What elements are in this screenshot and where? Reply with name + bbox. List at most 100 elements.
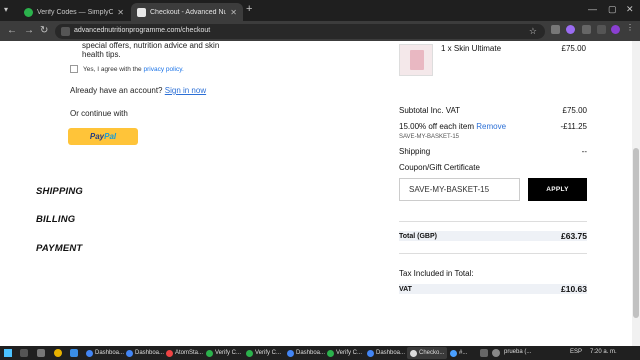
extensions-puzzle-icon[interactable]	[582, 25, 591, 34]
chrome-taskbar-icon[interactable]	[54, 349, 62, 357]
close-tab-icon[interactable]: ✕	[230, 8, 237, 17]
bookmark-star-icon[interactable]: ☆	[529, 26, 537, 37]
payment-section-heading[interactable]: PAYMENT	[36, 243, 82, 254]
discount-value: -£11.25	[560, 122, 587, 131]
privacy-consent-row: Yes, I agree with the privacy policy.	[70, 65, 184, 73]
extension-icon[interactable]	[551, 25, 560, 34]
apply-coupon-button[interactable]: APPLY	[528, 178, 587, 201]
close-window-icon[interactable]: ✕	[626, 4, 634, 15]
app-icon	[327, 349, 334, 357]
shipping-section-heading[interactable]: SHIPPING	[36, 186, 83, 197]
vat-label: VAT	[399, 285, 412, 293]
taskbar-app-label: Dashboa...	[135, 350, 165, 356]
taskbar-app[interactable]: Dashboa...	[126, 347, 164, 359]
tab-label: Checkout - Advanced Nutrition	[150, 8, 227, 16]
explorer-taskbar-icon[interactable]	[70, 349, 78, 357]
tax-included-label: Tax Included in Total:	[399, 269, 474, 278]
checkout-page: special offers, nutrition advice and ski…	[0, 41, 632, 346]
newsletter-tips-text: special offers, nutrition advice and ski…	[82, 41, 220, 59]
shipping-label: Shipping	[399, 147, 431, 156]
extension-profile-icon[interactable]	[566, 25, 575, 34]
tab-checkout[interactable]: Checkout - Advanced Nutrition ✕	[131, 3, 243, 21]
coupon-label: Coupon/Gift Certificate	[399, 163, 480, 172]
taskbar-app-label: Checko...	[419, 350, 445, 356]
maximize-icon[interactable]: ▢	[608, 4, 617, 15]
taskbar-app[interactable]: #...	[450, 347, 467, 359]
clock[interactable]: 7:20 a. m.	[590, 349, 617, 355]
total-label: Total (GBP)	[399, 232, 437, 240]
volume-icon[interactable]	[492, 349, 500, 357]
app-icon	[450, 349, 457, 357]
close-tab-icon[interactable]: ✕	[117, 8, 124, 17]
vat-value: £10.63	[561, 284, 587, 294]
profile-avatar-icon[interactable]	[611, 25, 620, 34]
subtotal-value: £75.00	[562, 106, 587, 115]
product-name: 1 x Skin Ultimate	[441, 44, 502, 53]
taskbar-app[interactable]: AtomSta...	[166, 347, 203, 359]
total-row: Total (GBP) £63.75	[399, 231, 587, 241]
chrome-menu-icon[interactable]: ⋮	[626, 23, 635, 32]
app-icon	[86, 349, 93, 357]
language-indicator[interactable]: ESP	[570, 349, 582, 355]
sign-in-link[interactable]: Sign in now	[165, 86, 206, 95]
discount-label: 15.00% off each item	[399, 122, 475, 131]
side-panel-icon[interactable]	[597, 25, 606, 34]
privacy-checkbox[interactable]	[70, 65, 78, 73]
shipping-value: --	[581, 147, 587, 156]
taskbar-app[interactable]: Dashboa...	[287, 347, 325, 359]
taskbar-app[interactable]: Dashboa...	[86, 347, 124, 359]
task-view-icon[interactable]	[37, 349, 45, 357]
taskbar-app[interactable]: Verify C...	[327, 347, 362, 359]
account-prompt-text: Already have an account?	[70, 86, 163, 95]
subtotal-label: Subtotal Inc. VAT	[399, 106, 461, 115]
privacy-consent-prefix: Yes, I agree with the	[83, 65, 142, 73]
search-icon[interactable]	[20, 349, 28, 357]
product-image	[410, 50, 424, 70]
vat-row: VAT £10.63	[399, 284, 587, 294]
divider	[399, 253, 587, 254]
minimize-icon[interactable]: —	[588, 4, 597, 14]
taskbar-app-active[interactable]: Checko...	[407, 347, 448, 359]
tab-verify-codes[interactable]: Verify Codes — SimplyCodes ✕	[18, 3, 130, 21]
windows-taskbar: Dashboa... Dashboa... AtomSta... Verify …	[0, 346, 640, 360]
taskbar-app[interactable]: Dashboa...	[367, 347, 405, 359]
taskbar-app-label: Verify C...	[215, 350, 242, 356]
discount-row: 15.00% off each item Remove -£11.25	[399, 122, 587, 131]
site-info-icon[interactable]	[61, 27, 70, 36]
subtotal-row: Subtotal Inc. VAT £75.00	[399, 106, 587, 115]
tab-label: Verify Codes — SimplyCodes	[37, 8, 114, 16]
tab-search-icon[interactable]: ▾	[4, 5, 14, 15]
remove-discount-link[interactable]: Remove	[476, 122, 506, 131]
taskbar-app-label: AtomSta...	[175, 350, 204, 356]
billing-section-heading[interactable]: BILLING	[36, 214, 75, 225]
network-icon[interactable]	[480, 349, 488, 357]
taskbar-app-label: Dashboa...	[296, 350, 326, 356]
paypal-logo-pay: Pay	[89, 132, 105, 141]
page-favicon-icon	[137, 7, 146, 17]
windows-start-icon[interactable]	[4, 349, 12, 357]
forward-icon[interactable]: →	[24, 25, 34, 36]
scrollbar-thumb[interactable]	[633, 148, 639, 318]
paypal-logo-pal: Pal	[104, 132, 117, 141]
app-icon	[367, 349, 374, 357]
taskbar-app-label: Dashboa...	[376, 350, 406, 356]
reload-icon[interactable]: ↻	[40, 25, 48, 36]
back-icon[interactable]: ←	[7, 25, 17, 36]
total-value: £63.75	[561, 231, 587, 241]
privacy-policy-link[interactable]: privacy policy.	[143, 66, 183, 73]
taskbar-search-text[interactable]: prueba (...	[504, 349, 531, 355]
browser-toolbar: ← → ↻ advancednutritionprogramme.com/che…	[0, 21, 640, 41]
taskbar-app-label: Dashboa...	[95, 350, 125, 356]
taskbar-app-label: Verify C...	[255, 350, 282, 356]
app-icon	[166, 349, 173, 357]
new-tab-icon[interactable]: +	[246, 3, 252, 15]
paypal-button[interactable]: Pay Pal	[68, 128, 138, 145]
discount-code-text: SAVE-MY-BASKET-15	[399, 134, 460, 140]
browser-tab-strip: ▾ Verify Codes — SimplyCodes ✕ Checkout …	[0, 0, 640, 21]
taskbar-app[interactable]: Verify C...	[206, 347, 241, 359]
coupon-input[interactable]: SAVE-MY-BASKET-15	[399, 178, 520, 201]
taskbar-app-label: Verify C...	[336, 350, 363, 356]
account-prompt: Already have an account? Sign in now	[70, 86, 206, 95]
taskbar-app[interactable]: Verify C...	[246, 347, 281, 359]
address-bar[interactable]: advancednutritionprogramme.com/checkout …	[55, 24, 545, 39]
